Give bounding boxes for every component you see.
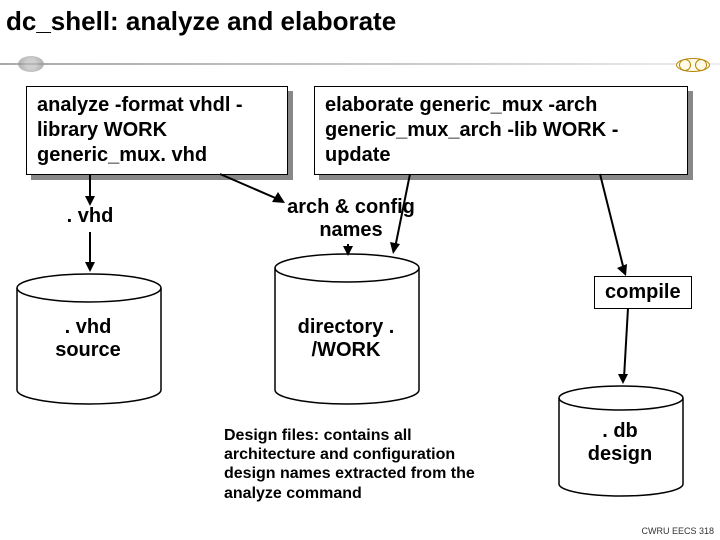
footer-credit: CWRU EECS 318 [641, 526, 714, 536]
design-files-note: Design files: contains all architecture … [224, 426, 504, 503]
